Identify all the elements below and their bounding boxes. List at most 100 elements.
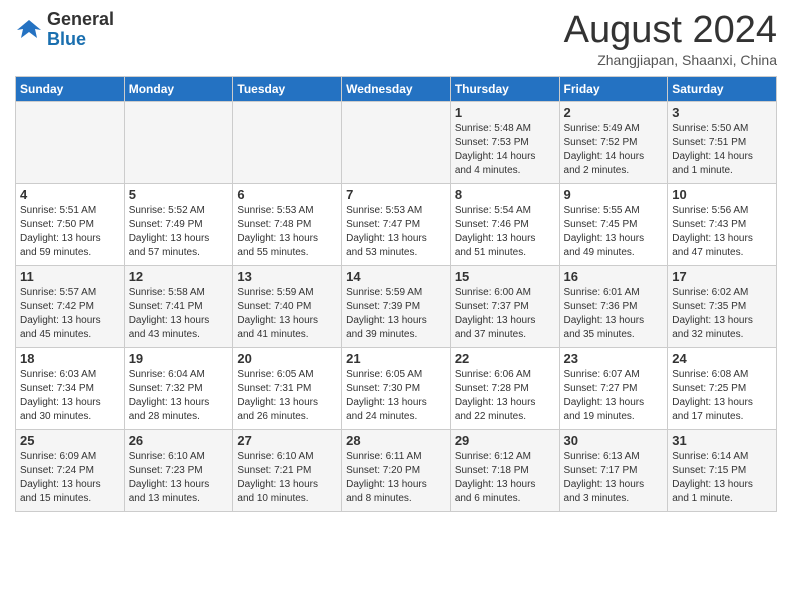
day-number: 23 [564, 351, 664, 366]
day-number: 31 [672, 433, 772, 448]
calendar-cell: 23 Sunrise: 6:07 AM Sunset: 7:27 PM Dayli… [559, 347, 668, 429]
calendar-cell: 18 Sunrise: 6:03 AM Sunset: 7:34 PM Dayli… [16, 347, 125, 429]
logo-blue: Blue [47, 29, 86, 49]
month-title: August 2024 [564, 10, 777, 52]
calendar-cell: 28 Sunrise: 6:11 AM Sunset: 7:20 PM Dayli… [342, 429, 451, 511]
day-info: Sunrise: 5:56 AM Sunset: 7:43 PM Dayligh… [672, 204, 772, 260]
calendar-cell: 8Sunrise: 5:54 AM Sunset: 7:46 PM Daylig… [450, 183, 559, 265]
calendar-header-row: SundayMondayTuesdayWednesdayThursdayFrid… [16, 76, 777, 101]
day-info: Sunrise: 5:48 AM Sunset: 7:53 PM Dayligh… [455, 122, 555, 178]
day-info: Sunrise: 6:10 AM Sunset: 7:23 PM Dayligh… [129, 450, 229, 506]
calendar-cell: 26 Sunrise: 6:10 AM Sunset: 7:23 PM Dayli… [124, 429, 233, 511]
weekday-header-friday: Friday [559, 76, 668, 101]
calendar-week-row: 25 Sunrise: 6:09 AM Sunset: 7:24 PM Dayli… [16, 429, 777, 511]
calendar-cell: 24 Sunrise: 6:08 AM Sunset: 7:25 PM Dayli… [668, 347, 777, 429]
day-number: 18 [20, 351, 120, 366]
day-info: Sunrise: 5:57 AM Sunset: 7:42 PM Dayligh… [20, 286, 120, 342]
day-info: Sunrise: 5:49 AM Sunset: 7:52 PM Dayligh… [564, 122, 664, 178]
day-number: 30 [564, 433, 664, 448]
calendar-cell: 4 Sunrise: 5:51 AM Sunset: 7:50 PM Daylig… [16, 183, 125, 265]
day-info: Sunrise: 6:12 AM Sunset: 7:18 PM Dayligh… [455, 450, 555, 506]
logo: General Blue [15, 10, 114, 50]
calendar-cell: 17Sunrise: 6:02 AM Sunset: 7:35 PM Dayli… [668, 265, 777, 347]
calendar-table: SundayMondayTuesdayWednesdayThursdayFrid… [15, 76, 777, 512]
calendar-cell: 31Sunrise: 6:14 AM Sunset: 7:15 PM Dayli… [668, 429, 777, 511]
calendar-cell: 21Sunrise: 6:05 AM Sunset: 7:30 PM Dayli… [342, 347, 451, 429]
day-number: 9 [564, 187, 664, 202]
day-info: Sunrise: 5:58 AM Sunset: 7:41 PM Dayligh… [129, 286, 229, 342]
day-info: Sunrise: 6:11 AM Sunset: 7:20 PM Dayligh… [346, 450, 446, 506]
calendar-cell [342, 101, 451, 183]
day-number: 14 [346, 269, 446, 284]
calendar-cell: 16 Sunrise: 6:01 AM Sunset: 7:36 PM Dayli… [559, 265, 668, 347]
calendar-cell: 29 Sunrise: 6:12 AM Sunset: 7:18 PM Dayli… [450, 429, 559, 511]
title-block: August 2024 Zhangjiapan, Shaanxi, China [564, 10, 777, 68]
calendar-cell: 20 Sunrise: 6:05 AM Sunset: 7:31 PM Dayli… [233, 347, 342, 429]
day-info: Sunrise: 6:03 AM Sunset: 7:34 PM Dayligh… [20, 368, 120, 424]
day-number: 27 [237, 433, 337, 448]
day-info: Sunrise: 5:51 AM Sunset: 7:50 PM Dayligh… [20, 204, 120, 260]
day-number: 7 [346, 187, 446, 202]
day-number: 25 [20, 433, 120, 448]
day-number: 4 [20, 187, 120, 202]
calendar-cell: 6Sunrise: 5:53 AM Sunset: 7:48 PM Daylig… [233, 183, 342, 265]
day-info: Sunrise: 5:59 AM Sunset: 7:40 PM Dayligh… [237, 286, 337, 342]
day-number: 19 [129, 351, 229, 366]
calendar-cell: 14 Sunrise: 5:59 AM Sunset: 7:39 PM Dayli… [342, 265, 451, 347]
day-info: Sunrise: 6:10 AM Sunset: 7:21 PM Dayligh… [237, 450, 337, 506]
day-number: 11 [20, 269, 120, 284]
calendar-cell: 15 Sunrise: 6:00 AM Sunset: 7:37 PM Dayli… [450, 265, 559, 347]
calendar-week-row: 4 Sunrise: 5:51 AM Sunset: 7:50 PM Daylig… [16, 183, 777, 265]
weekday-header-thursday: Thursday [450, 76, 559, 101]
calendar-cell: 27 Sunrise: 6:10 AM Sunset: 7:21 PM Dayli… [233, 429, 342, 511]
calendar-cell: 2 Sunrise: 5:49 AM Sunset: 7:52 PM Daylig… [559, 101, 668, 183]
day-info: Sunrise: 6:05 AM Sunset: 7:31 PM Dayligh… [237, 368, 337, 424]
calendar-cell: 11 Sunrise: 5:57 AM Sunset: 7:42 PM Dayli… [16, 265, 125, 347]
day-number: 24 [672, 351, 772, 366]
weekday-header-sunday: Sunday [16, 76, 125, 101]
day-number: 20 [237, 351, 337, 366]
calendar-cell: 13Sunrise: 5:59 AM Sunset: 7:40 PM Dayli… [233, 265, 342, 347]
calendar-cell: 5Sunrise: 5:52 AM Sunset: 7:49 PM Daylig… [124, 183, 233, 265]
calendar-week-row: 1Sunrise: 5:48 AM Sunset: 7:53 PM Daylig… [16, 101, 777, 183]
day-number: 10 [672, 187, 772, 202]
day-number: 26 [129, 433, 229, 448]
day-number: 3 [672, 105, 772, 120]
day-info: Sunrise: 6:09 AM Sunset: 7:24 PM Dayligh… [20, 450, 120, 506]
day-info: Sunrise: 6:02 AM Sunset: 7:35 PM Dayligh… [672, 286, 772, 342]
day-info: Sunrise: 5:52 AM Sunset: 7:49 PM Dayligh… [129, 204, 229, 260]
calendar-week-row: 18 Sunrise: 6:03 AM Sunset: 7:34 PM Dayli… [16, 347, 777, 429]
day-info: Sunrise: 6:07 AM Sunset: 7:27 PM Dayligh… [564, 368, 664, 424]
calendar-cell: 25 Sunrise: 6:09 AM Sunset: 7:24 PM Dayli… [16, 429, 125, 511]
calendar-cell: 1Sunrise: 5:48 AM Sunset: 7:53 PM Daylig… [450, 101, 559, 183]
calendar-cell: 7Sunrise: 5:53 AM Sunset: 7:47 PM Daylig… [342, 183, 451, 265]
location-subtitle: Zhangjiapan, Shaanxi, China [564, 52, 777, 68]
day-info: Sunrise: 6:06 AM Sunset: 7:28 PM Dayligh… [455, 368, 555, 424]
day-number: 2 [564, 105, 664, 120]
day-info: Sunrise: 6:01 AM Sunset: 7:36 PM Dayligh… [564, 286, 664, 342]
day-info: Sunrise: 6:00 AM Sunset: 7:37 PM Dayligh… [455, 286, 555, 342]
day-number: 15 [455, 269, 555, 284]
logo-bird-icon [15, 16, 43, 44]
calendar-cell: 9 Sunrise: 5:55 AM Sunset: 7:45 PM Daylig… [559, 183, 668, 265]
day-info: Sunrise: 6:13 AM Sunset: 7:17 PM Dayligh… [564, 450, 664, 506]
day-info: Sunrise: 6:04 AM Sunset: 7:32 PM Dayligh… [129, 368, 229, 424]
weekday-header-tuesday: Tuesday [233, 76, 342, 101]
weekday-header-monday: Monday [124, 76, 233, 101]
day-info: Sunrise: 6:08 AM Sunset: 7:25 PM Dayligh… [672, 368, 772, 424]
day-number: 29 [455, 433, 555, 448]
calendar-cell: 3Sunrise: 5:50 AM Sunset: 7:51 PM Daylig… [668, 101, 777, 183]
calendar-cell [16, 101, 125, 183]
day-info: Sunrise: 5:55 AM Sunset: 7:45 PM Dayligh… [564, 204, 664, 260]
calendar-cell [124, 101, 233, 183]
day-number: 28 [346, 433, 446, 448]
calendar-cell: 19 Sunrise: 6:04 AM Sunset: 7:32 PM Dayli… [124, 347, 233, 429]
day-info: Sunrise: 5:59 AM Sunset: 7:39 PM Dayligh… [346, 286, 446, 342]
day-number: 22 [455, 351, 555, 366]
calendar-cell: 22 Sunrise: 6:06 AM Sunset: 7:28 PM Dayli… [450, 347, 559, 429]
day-number: 16 [564, 269, 664, 284]
logo-general: General [47, 9, 114, 29]
day-info: Sunrise: 5:53 AM Sunset: 7:48 PM Dayligh… [237, 204, 337, 260]
calendar-cell: 12Sunrise: 5:58 AM Sunset: 7:41 PM Dayli… [124, 265, 233, 347]
day-number: 8 [455, 187, 555, 202]
